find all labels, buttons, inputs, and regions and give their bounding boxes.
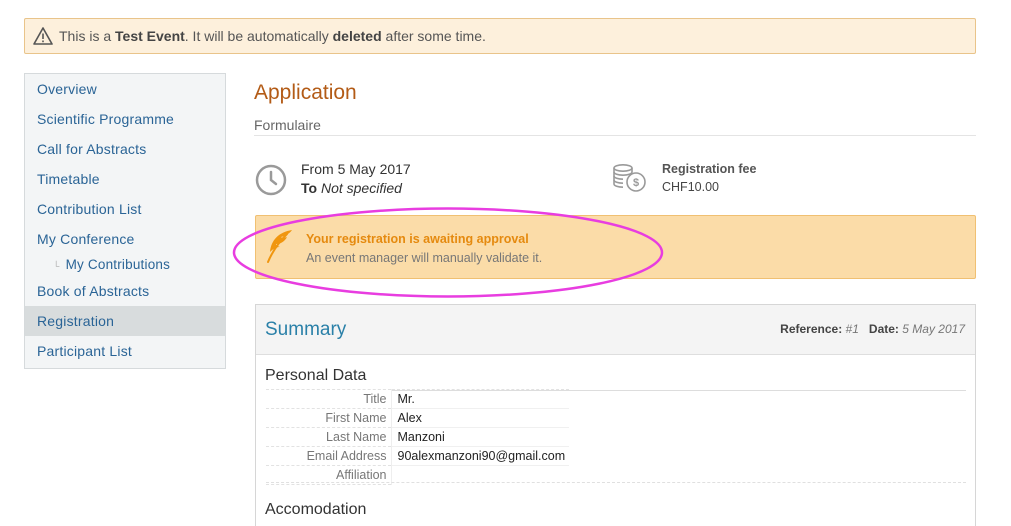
table-row: Last Name Manzoni — [266, 427, 570, 447]
fee-value: CHF10.00 — [662, 180, 719, 194]
sidebar-item-registration[interactable]: Registration — [25, 306, 225, 336]
field-key: Email Address — [266, 446, 391, 466]
summary-header: Summary Reference: #1 Date: 5 May 2017 — [256, 305, 975, 355]
field-key: Last Name — [266, 427, 391, 447]
sidebar-item-book-of-abstracts[interactable]: Book of Abstracts — [25, 276, 225, 306]
personal-data-title: Personal Data — [265, 367, 367, 384]
fee-label: Registration fee — [662, 162, 757, 176]
feather-icon — [267, 230, 292, 263]
title-divider — [254, 135, 976, 136]
approval-body: An event manager will manually validate … — [306, 251, 543, 265]
approval-notice: Your registration is awaiting approval A… — [255, 215, 976, 279]
sidebar-item-my-contributions[interactable]: └ My Contributions — [25, 254, 225, 276]
summary-panel: Summary Reference: #1 Date: 5 May 2017 P… — [255, 304, 976, 526]
sidebar-item-scientific-programme[interactable]: Scientific Programme — [25, 104, 225, 134]
sub-item-icon: └ — [53, 261, 60, 271]
page-subtitle: Formulaire — [254, 117, 321, 133]
registration-fee: $ Registration fee CHF10.00 — [612, 160, 756, 196]
field-value: Manzoni — [390, 427, 570, 447]
sidebar-item-contribution-list[interactable]: Contribution List — [25, 194, 225, 224]
coins-icon: $ — [613, 164, 646, 192]
sidebar-item-overview[interactable]: Overview — [25, 74, 225, 104]
sidebar-item-participant-list[interactable]: Participant List — [25, 336, 225, 366]
warning-triangle-icon — [33, 27, 53, 45]
sidebar-item-label: My Contributions — [65, 257, 171, 272]
field-value: Mr. — [390, 389, 570, 409]
date-from: From 5 May 2017 — [301, 161, 411, 177]
event-dates: From 5 May 2017 To Not specified — [255, 160, 411, 198]
table-row: Email Address 90alexmanzoni90@gmail.com — [266, 446, 570, 466]
test-event-banner: This is a Test Event. It will be automat… — [24, 18, 976, 54]
svg-text:$: $ — [633, 177, 639, 189]
accommodation-rule — [266, 482, 966, 483]
field-value: 90alexmanzoni90@gmail.com — [390, 446, 570, 466]
sidebar-item-my-conference[interactable]: My Conference — [25, 224, 225, 254]
table-row: Title Mr. — [266, 389, 570, 409]
table-row: First Name Alex — [266, 408, 570, 428]
clock-icon — [255, 164, 287, 196]
field-value: Alex — [390, 408, 570, 428]
sidebar-menu: Overview Scientific Programme Call for A… — [24, 73, 226, 369]
sidebar-item-call-for-abstracts[interactable]: Call for Abstracts — [25, 134, 225, 164]
accommodation-title: Accomodation — [265, 501, 367, 518]
sidebar-item-timetable[interactable]: Timetable — [25, 164, 225, 194]
summary-title: Summary — [265, 319, 347, 340]
personal-data-table: Title Mr. First Name Alex Last Name Manz… — [266, 389, 570, 485]
approval-title: Your registration is awaiting approval — [306, 232, 529, 246]
banner-text: This is a Test Event. It will be automat… — [59, 28, 486, 44]
summary-meta: Reference: #1 Date: 5 May 2017 — [780, 322, 965, 336]
field-key: Title — [266, 389, 391, 409]
field-key: First Name — [266, 408, 391, 428]
page-title: Application — [254, 81, 357, 104]
date-to: To Not specified — [301, 180, 402, 196]
